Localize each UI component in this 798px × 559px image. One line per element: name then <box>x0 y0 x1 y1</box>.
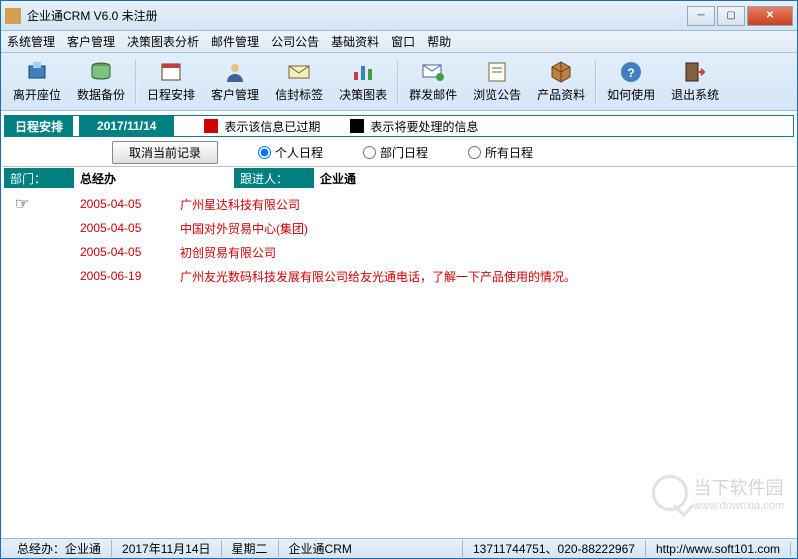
notice-icon <box>485 60 509 84</box>
tb-exit[interactable]: 退出系统 <box>663 56 727 107</box>
radio-all[interactable]: 所有日程 <box>468 144 533 161</box>
customer-icon <box>223 60 247 84</box>
watermark: 当下软件园 www.downxia.com <box>652 474 784 512</box>
filter-row: 取消当前记录 个人日程 部门日程 所有日程 <box>2 139 796 167</box>
menu-window[interactable]: 窗口 <box>391 33 415 50</box>
expired-legend: 表示该信息已过期 <box>224 118 320 135</box>
list-item[interactable]: 2005-06-19 广州友光数码科技发展有限公司给友光通电话，了解一下产品使用… <box>4 264 794 288</box>
hdr-follower-value: 企业通 <box>314 168 794 188</box>
window-title: 企业通CRM V6.0 未注册 <box>27 7 687 24</box>
menu-analysis[interactable]: 决策图表分析 <box>127 33 199 50</box>
help-icon: ? <box>619 60 643 84</box>
seat-icon <box>25 60 49 84</box>
list-item[interactable]: 2005-04-05 中国对外贸易中心(集团) <box>4 216 794 240</box>
menu-basic[interactable]: 基础资料 <box>331 33 379 50</box>
svg-text:?: ? <box>627 66 634 80</box>
tb-backup[interactable]: 数据备份 <box>69 56 133 107</box>
close-button[interactable]: ✕ <box>747 6 793 26</box>
sb-url: http://www.soft101.com <box>646 542 791 556</box>
schedule-list: ☞ 2005-04-05 广州星达科技有限公司 2005-04-05 中国对外贸… <box>2 188 796 292</box>
product-icon <box>549 60 573 84</box>
tb-leave-seat[interactable]: 离开座位 <box>5 56 69 107</box>
pending-legend: 表示将要处理的信息 <box>370 118 478 135</box>
schedule-label: 日程安排 <box>5 116 73 136</box>
tb-schedule[interactable]: 日程安排 <box>139 56 203 107</box>
content-area: 日程安排 2017/11/14 表示该信息已过期 表示将要处理的信息 取消当前记… <box>2 113 796 538</box>
tb-chart[interactable]: 决策图表 <box>331 56 395 107</box>
mail-icon <box>421 60 445 84</box>
row-text: 初创贸易有限公司 <box>170 244 276 261</box>
row-date: 2005-04-05 <box>40 245 170 259</box>
red-box-icon <box>204 119 218 133</box>
row-date: 2005-04-05 <box>40 197 170 211</box>
tb-product[interactable]: 产品资料 <box>529 56 593 107</box>
radio-dept[interactable]: 部门日程 <box>363 144 428 161</box>
envelope-icon <box>287 60 311 84</box>
hdr-dept-label: 部门： <box>4 168 74 188</box>
menu-help[interactable]: 帮助 <box>427 33 451 50</box>
menu-mail[interactable]: 邮件管理 <box>211 33 259 50</box>
calendar-icon <box>159 60 183 84</box>
toolbar-separator <box>135 60 137 104</box>
hdr-follower-label: 跟进人： <box>234 168 314 188</box>
backup-icon <box>89 60 113 84</box>
schedule-date: 2017/11/14 <box>79 116 174 136</box>
sb-weekday: 星期二 <box>222 540 279 557</box>
menu-customer[interactable]: 客户管理 <box>67 33 115 50</box>
tb-customer[interactable]: 客户管理 <box>203 56 267 107</box>
app-icon <box>5 8 21 24</box>
schedule-scope-group: 个人日程 部门日程 所有日程 <box>258 144 533 161</box>
row-date: 2005-06-19 <box>40 269 170 283</box>
column-headers: 部门： 总经办 跟进人： 企业通 <box>4 168 794 188</box>
sb-date: 2017年11月14日 <box>112 540 222 557</box>
row-text: 中国对外贸易中心(集团) <box>170 220 308 237</box>
list-item[interactable]: 2005-04-05 初创贸易有限公司 <box>4 240 794 264</box>
hdr-dept-value: 总经办 <box>74 168 234 188</box>
toolbar-separator <box>397 60 399 104</box>
watermark-url: www.downxia.com <box>694 500 784 512</box>
tb-browse-notice[interactable]: 浏览公告 <box>465 56 529 107</box>
menu-notice[interactable]: 公司公告 <box>271 33 319 50</box>
toolbar-separator <box>595 60 597 104</box>
chart-icon <box>351 60 375 84</box>
legend-row: 日程安排 2017/11/14 表示该信息已过期 表示将要处理的信息 <box>4 115 794 137</box>
cancel-record-button[interactable]: 取消当前记录 <box>112 141 218 164</box>
sb-phone: 13711744751、020-88222967 <box>463 540 646 557</box>
tb-mass-mail[interactable]: 群发邮件 <box>401 56 465 107</box>
watermark-text: 当下软件园 <box>694 478 784 498</box>
tb-envelope[interactable]: 信封标签 <box>267 56 331 107</box>
list-item[interactable]: ☞ 2005-04-05 广州星达科技有限公司 <box>4 192 794 216</box>
minimize-button[interactable]: ─ <box>687 6 715 26</box>
row-date: 2005-04-05 <box>40 221 170 235</box>
sb-dept: 总经办：企业通 <box>7 540 112 557</box>
title-bar: 企业通CRM V6.0 未注册 ─ ▢ ✕ <box>1 1 797 31</box>
radio-personal[interactable]: 个人日程 <box>258 144 323 161</box>
black-box-icon <box>350 119 364 133</box>
maximize-button[interactable]: ▢ <box>717 6 745 26</box>
menu-bar: 系统管理 客户管理 决策图表分析 邮件管理 公司公告 基础资料 窗口 帮助 <box>1 31 797 53</box>
magnifier-icon <box>652 475 688 511</box>
exit-icon <box>683 60 707 84</box>
toolbar: 离开座位 数据备份 日程安排 客户管理 信封标签 决策图表 群发邮件 浏览公告 … <box>1 53 797 111</box>
row-text: 广州友光数码科技发展有限公司给友光通电话，了解一下产品使用的情况。 <box>170 268 576 285</box>
row-text: 广州星达科技有限公司 <box>170 196 300 213</box>
menu-system[interactable]: 系统管理 <box>7 33 55 50</box>
pointer-icon: ☞ <box>4 194 40 214</box>
status-bar: 总经办：企业通 2017年11月14日 星期二 企业通CRM 137117447… <box>1 538 797 558</box>
tb-help[interactable]: ?如何使用 <box>599 56 663 107</box>
sb-app: 企业通CRM <box>279 540 463 557</box>
